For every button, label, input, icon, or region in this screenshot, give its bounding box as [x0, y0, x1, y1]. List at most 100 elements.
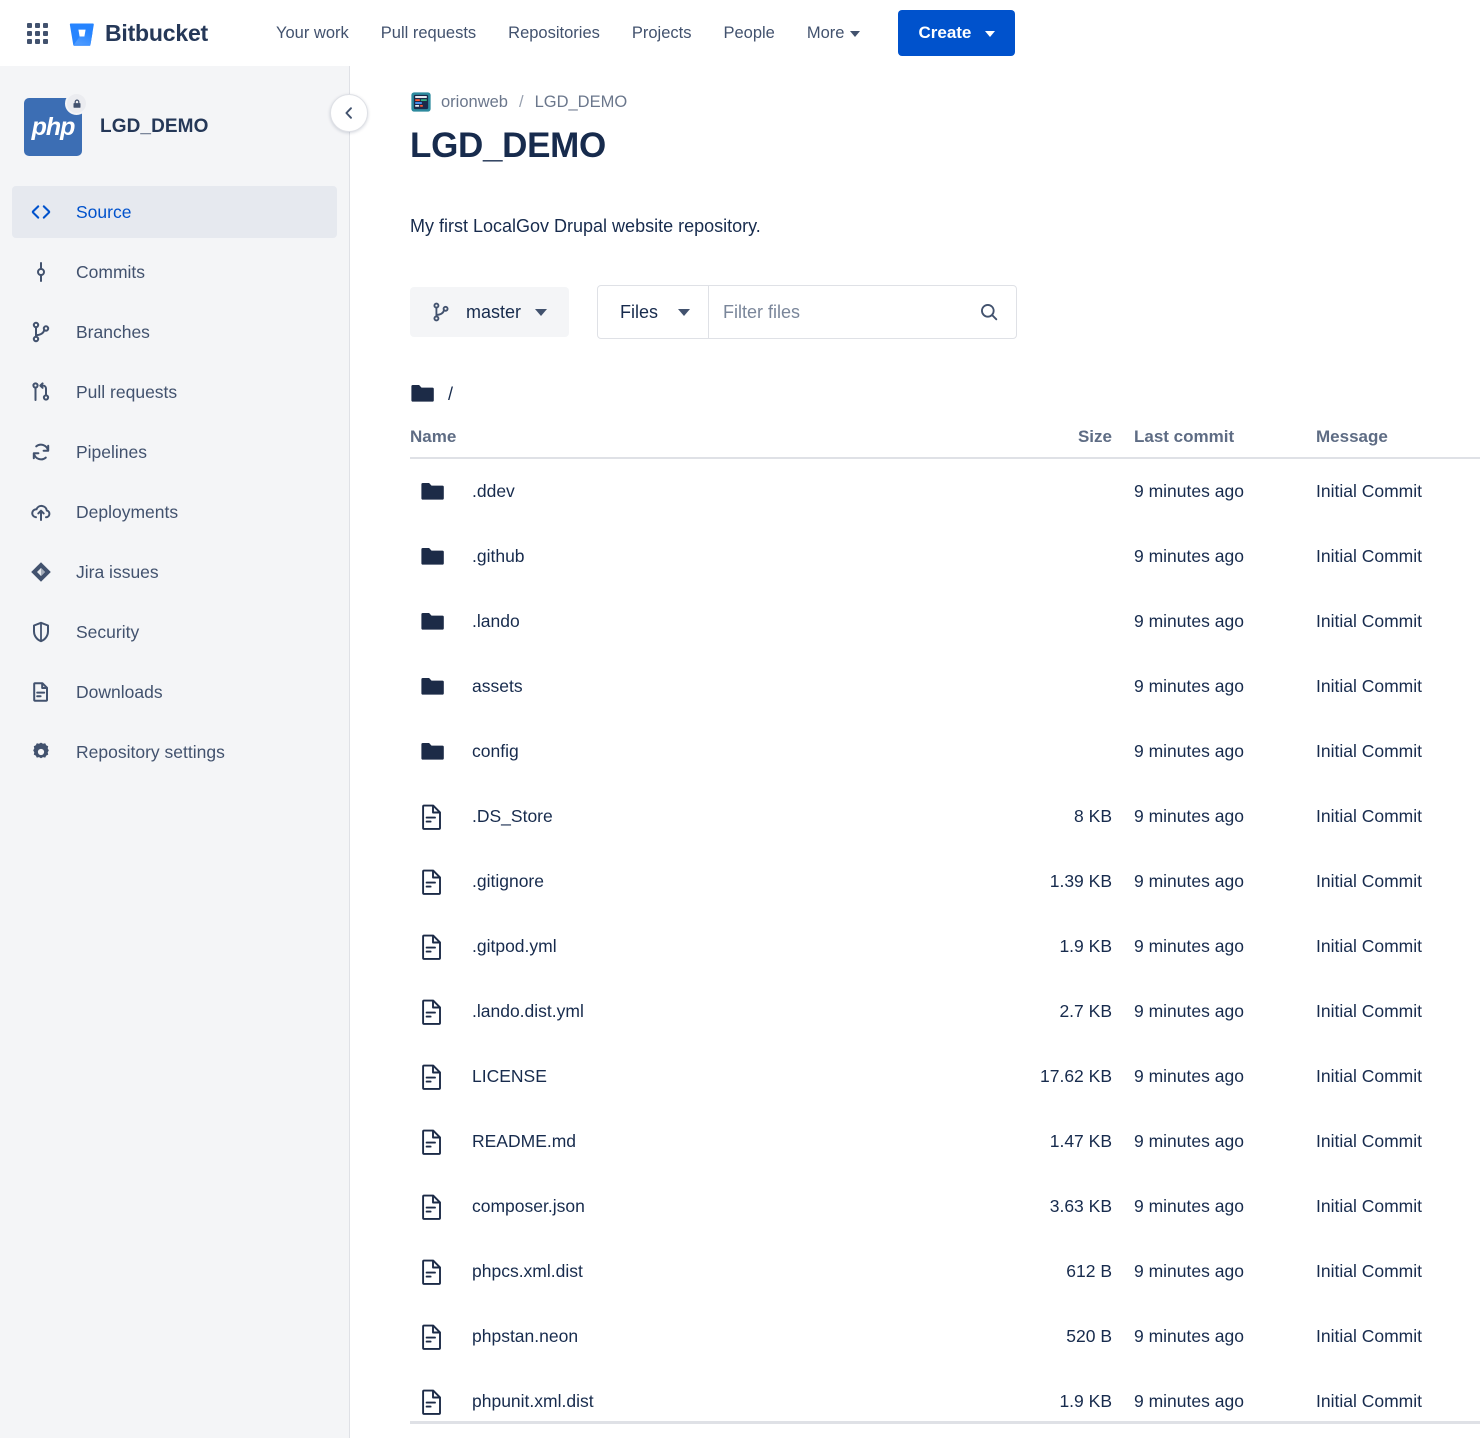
- file-name-link[interactable]: phpunit.xml.dist: [472, 1391, 594, 1412]
- sidebar-item-commits[interactable]: Commits: [12, 246, 337, 298]
- repository-avatar: php: [24, 92, 88, 156]
- cell-message[interactable]: Initial Commit: [1304, 1196, 1480, 1217]
- app-switcher-icon[interactable]: [20, 16, 54, 50]
- page-title: LGD_DEMO: [410, 126, 606, 165]
- table-row[interactable]: LICENSE 17.62 KB 9 minutes ago Initial Comm…: [410, 1044, 1480, 1109]
- sidebar-item-downloads[interactable]: Downloads: [12, 666, 337, 718]
- table-row[interactable]: config 9 minutes ago Initial Commit: [410, 719, 1480, 784]
- table-row[interactable]: .github 9 minutes ago Initial Commit: [410, 524, 1480, 589]
- cell-last-commit: 9 minutes ago: [1134, 1326, 1244, 1346]
- cell-last-commit: 9 minutes ago: [1134, 1001, 1244, 1021]
- sidebar-item-branches[interactable]: Branches: [12, 306, 337, 358]
- sidebar-item-pull-requests[interactable]: Pull requests: [12, 366, 337, 418]
- file-name-link[interactable]: README.md: [472, 1131, 576, 1152]
- file-name-link[interactable]: phpcs.xml.dist: [472, 1261, 583, 1282]
- bitbucket-home-link[interactable]: Bitbucket: [68, 19, 208, 47]
- file-name-link[interactable]: composer.json: [472, 1196, 585, 1217]
- table-row[interactable]: README.md 1.47 KB 9 minutes ago Initial Com…: [410, 1109, 1480, 1174]
- filter-files-input[interactable]: [723, 301, 979, 323]
- cell-message[interactable]: Initial Commit: [1304, 871, 1480, 892]
- column-header-size[interactable]: Size: [970, 427, 1112, 447]
- breadcrumb-repo[interactable]: LGD_DEMO: [535, 93, 628, 112]
- column-header-message[interactable]: Message: [1304, 427, 1480, 447]
- cell-message[interactable]: Initial Commit: [1304, 741, 1480, 762]
- search-icon[interactable]: [978, 301, 1000, 323]
- folder-icon: [421, 482, 444, 500]
- sidebar-item-pipelines[interactable]: Pipelines: [12, 426, 337, 478]
- folder-name-link[interactable]: assets: [472, 676, 523, 697]
- sidebar-item-deployments[interactable]: Deployments: [12, 486, 337, 538]
- table-row[interactable]: assets 9 minutes ago Initial Commit: [410, 654, 1480, 719]
- cell-message[interactable]: Initial Commit: [1304, 481, 1480, 502]
- file-name-link[interactable]: .lando.dist.yml: [472, 1001, 584, 1022]
- table-row[interactable]: phpunit.xml.dist 1.9 KB 9 minutes ago Initi…: [410, 1369, 1480, 1434]
- nav-pull-requests[interactable]: Pull requests: [365, 16, 492, 51]
- cell-message[interactable]: Initial Commit: [1304, 1391, 1480, 1412]
- column-header-name[interactable]: Name: [410, 427, 970, 447]
- table-row[interactable]: composer.json 3.63 KB 9 minutes ago Initial…: [410, 1174, 1480, 1239]
- current-path[interactable]: /: [448, 384, 453, 405]
- file-name-link[interactable]: .gitignore: [472, 871, 544, 892]
- sidebar-item-security[interactable]: Security: [12, 606, 337, 658]
- cell-message[interactable]: Initial Commit: [1304, 806, 1480, 827]
- cell-message[interactable]: Initial Commit: [1304, 676, 1480, 697]
- folder-name-link[interactable]: .github: [472, 546, 525, 567]
- table-row[interactable]: phpcs.xml.dist 612 B 9 minutes ago Initial …: [410, 1239, 1480, 1304]
- cell-message[interactable]: Initial Commit: [1304, 936, 1480, 957]
- pipeline-icon: [28, 439, 54, 465]
- view-type-label: Files: [620, 301, 659, 322]
- branch-icon: [28, 319, 54, 345]
- sidebar-item-repository-settings[interactable]: Repository settings: [12, 726, 337, 778]
- cell-message[interactable]: Initial Commit: [1304, 1001, 1480, 1022]
- file-icon: [422, 999, 441, 1025]
- primary-nav: Your work Pull requests Repositories Pro…: [260, 16, 876, 51]
- file-name-link[interactable]: phpstan.neon: [472, 1326, 578, 1347]
- branch-icon: [433, 302, 449, 322]
- file-icon: [422, 1259, 441, 1285]
- table-row[interactable]: .gitignore 1.39 KB 9 minutes ago Initial Co…: [410, 849, 1480, 914]
- nav-your-work[interactable]: Your work: [260, 16, 365, 51]
- file-name-link[interactable]: .gitpod.yml: [472, 936, 557, 957]
- cell-message[interactable]: Initial Commit: [1304, 1261, 1480, 1282]
- folder-name-link[interactable]: config: [472, 741, 519, 762]
- sidebar-item-label: Source: [76, 201, 132, 222]
- branch-name: master: [466, 301, 522, 322]
- cell-message[interactable]: Initial Commit: [1304, 1066, 1480, 1087]
- collapse-sidebar-button[interactable]: [330, 94, 368, 132]
- chevron-down-icon: [985, 31, 996, 37]
- nav-people[interactable]: People: [707, 16, 790, 51]
- cell-message[interactable]: Initial Commit: [1304, 1326, 1480, 1347]
- table-row[interactable]: .ddev 9 minutes ago Initial Commit: [410, 459, 1480, 524]
- table-row[interactable]: .lando 9 minutes ago Initial Commit: [410, 589, 1480, 654]
- nav-repositories[interactable]: Repositories: [492, 16, 616, 51]
- folder-name-link[interactable]: .lando: [472, 611, 520, 632]
- view-type-dropdown[interactable]: Files: [598, 286, 710, 338]
- folder-name-link[interactable]: .ddev: [472, 481, 515, 502]
- file-icon-slot: [420, 868, 446, 896]
- file-name-link[interactable]: .DS_Store: [472, 806, 553, 827]
- table-row[interactable]: .lando.dist.yml 2.7 KB 9 minutes ago Initia…: [410, 979, 1480, 1044]
- cell-message[interactable]: Initial Commit: [1304, 611, 1480, 632]
- workspace-icon: [411, 92, 431, 112]
- folder-icon: [421, 612, 444, 630]
- nav-more[interactable]: More: [791, 16, 877, 51]
- nav-projects[interactable]: Projects: [616, 16, 708, 51]
- repository-header[interactable]: php LGD_DEMO: [0, 82, 349, 166]
- file-name-link[interactable]: LICENSE: [472, 1066, 547, 1087]
- table-row[interactable]: .DS_Store 8 KB 9 minutes ago Initial Commit: [410, 784, 1480, 849]
- table-row[interactable]: .gitpod.yml 1.9 KB 9 minutes ago Initial Co…: [410, 914, 1480, 979]
- cell-message[interactable]: Initial Commit: [1304, 546, 1480, 567]
- chevron-left-icon: [345, 107, 352, 119]
- create-button[interactable]: Create: [898, 10, 1016, 56]
- breadcrumb-workspace[interactable]: orionweb: [441, 93, 508, 112]
- cell-message[interactable]: Initial Commit: [1304, 1131, 1480, 1152]
- chevron-down-icon: [850, 31, 861, 37]
- branch-selector[interactable]: master: [410, 287, 570, 337]
- table-row[interactable]: phpstan.neon 520 B 9 minutes ago Initial Co…: [410, 1304, 1480, 1369]
- cell-size: 1.9 KB: [1059, 1391, 1112, 1411]
- code-icon: [28, 199, 54, 225]
- repository-sidebar: php LGD_DEMO Source Commits Branches Pul…: [0, 66, 368, 1438]
- sidebar-item-source[interactable]: Source: [12, 186, 337, 238]
- sidebar-item-jira-issues[interactable]: Jira issues: [12, 546, 337, 598]
- column-header-last-commit[interactable]: Last commit: [1112, 427, 1304, 447]
